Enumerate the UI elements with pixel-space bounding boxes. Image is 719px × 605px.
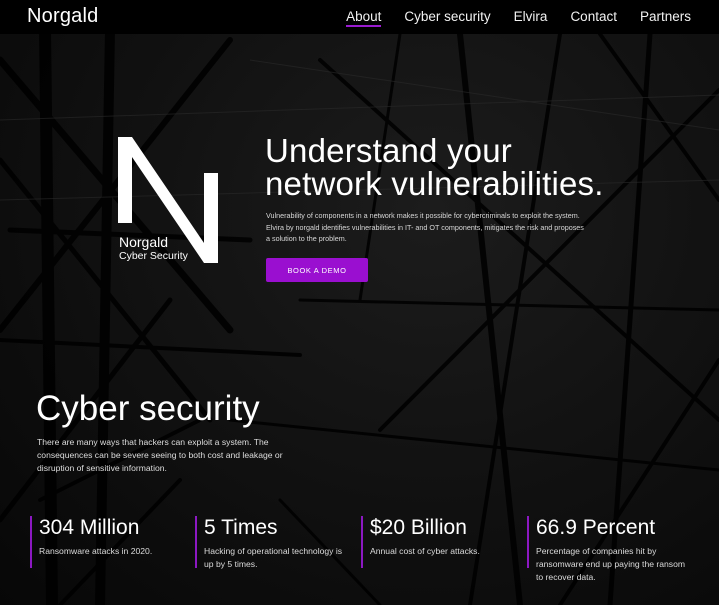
- background-tower-image: [0, 24, 719, 605]
- book-demo-button[interactable]: BOOK A DEMO: [266, 258, 368, 282]
- hero-description: Vulnerability of components in a network…: [266, 211, 584, 243]
- stat-value: $20 Billion: [370, 516, 467, 539]
- stat-card: 66.9 Percent Percentage of companies hit…: [527, 516, 687, 582]
- stat-card: $20 Billion Annual cost of cyber attacks…: [361, 516, 521, 568]
- nav-item-cyber-security[interactable]: Cyber security: [404, 9, 490, 24]
- hero-title-line-2: network vulnerabilities.: [265, 165, 604, 202]
- stat-description: Hacking of operational technology is up …: [204, 546, 343, 569]
- section-description: There are many ways that hackers can exp…: [37, 437, 283, 473]
- page: Norgald About Cyber security Elvira Cont…: [0, 0, 719, 605]
- hero-title-line-1: Understand your: [265, 132, 512, 169]
- stat-value: 5 Times: [204, 516, 278, 539]
- logo-name: Norgald: [119, 234, 169, 250]
- nav-item-contact[interactable]: Contact: [570, 9, 617, 24]
- top-navbar: Norgald About Cyber security Elvira Cont…: [0, 0, 719, 34]
- section-title-cyber-security: Cyber security: [36, 389, 260, 428]
- nav-menu: About Cyber security Elvira Contact Part…: [323, 9, 691, 27]
- nav-item-elvira[interactable]: Elvira: [514, 9, 548, 24]
- nav-item-partners[interactable]: Partners: [640, 9, 691, 24]
- stat-value: 304 Million: [39, 516, 140, 539]
- logo-subtitle: Cyber Security: [119, 250, 188, 262]
- stat-description: Percentage of companies hit by ransomwar…: [536, 546, 686, 582]
- hero-title: Understand your network vulnerabilities.: [265, 134, 604, 200]
- stat-description: Annual cost of cyber attacks.: [370, 546, 480, 556]
- brand-logo-text[interactable]: Norgald: [27, 5, 98, 28]
- stat-description: Ransomware attacks in 2020.: [39, 546, 153, 556]
- stat-card: 304 Million Ransomware attacks in 2020.: [30, 516, 190, 568]
- nav-item-about[interactable]: About: [346, 9, 382, 27]
- stat-card: 5 Times Hacking of operational technolog…: [195, 516, 350, 569]
- stat-value: 66.9 Percent: [536, 516, 656, 539]
